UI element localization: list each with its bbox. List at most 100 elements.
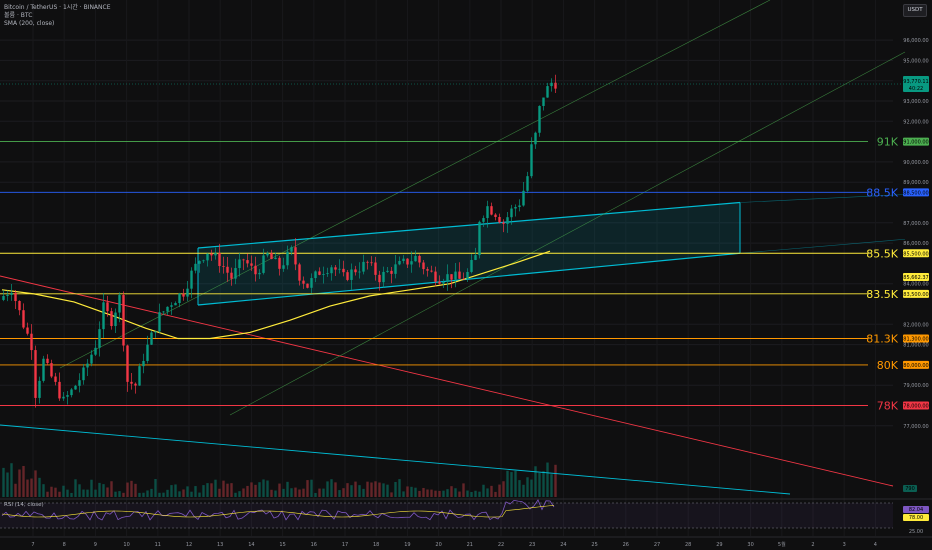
- candle-body: [334, 267, 337, 270]
- volume-bar: [378, 482, 381, 497]
- volume-bar: [50, 486, 53, 497]
- volume-bar: [314, 492, 317, 497]
- candle-body: [534, 132, 537, 145]
- volume-bar: [522, 484, 525, 497]
- volume-bar: [70, 492, 73, 497]
- candle-body: [362, 261, 365, 272]
- candle-body: [6, 294, 9, 296]
- price-tick: 92,000.00: [903, 119, 928, 125]
- time-tick: 16: [311, 542, 317, 548]
- volume-value-text: 790: [905, 486, 915, 492]
- candle-body: [386, 270, 389, 272]
- time-tick: 7: [31, 542, 34, 548]
- candle-body: [258, 272, 261, 275]
- rsi-legend[interactable]: RSI (14, close): [4, 502, 44, 508]
- candle-body: [346, 272, 349, 280]
- symbol-title[interactable]: Bitcoin / TetherUS · 1시간 · BINANCE: [4, 4, 111, 12]
- volume-bar: [542, 471, 545, 497]
- candle-body: [314, 271, 317, 279]
- candle-body: [58, 381, 61, 399]
- price-chart[interactable]: 91K 91,000.00 88.5K 88,500.00 85.5K 85,500.00…: [0, 0, 932, 550]
- price-tick: 93,000.00: [903, 99, 928, 105]
- candle-body: [298, 264, 301, 281]
- volume-bar: [334, 482, 337, 497]
- candle-body: [110, 311, 113, 327]
- candle-body: [190, 270, 193, 289]
- candle-body: [18, 301, 21, 311]
- candle-body: [242, 259, 245, 261]
- candle-body: [38, 380, 41, 398]
- volume-bar: [262, 479, 265, 497]
- candle-body: [442, 281, 445, 284]
- candle-body: [70, 389, 73, 396]
- candle-body: [310, 278, 313, 288]
- volume-bar: [466, 490, 469, 497]
- candle-body: [114, 312, 117, 327]
- candle-body: [218, 253, 221, 266]
- volume-bar: [242, 488, 245, 497]
- candle-body: [266, 253, 269, 256]
- candle-body: [118, 295, 121, 313]
- candle-body: [338, 268, 341, 270]
- candle-body: [90, 354, 93, 364]
- candle-body: [94, 347, 97, 355]
- volume-bar: [550, 474, 553, 497]
- volume-bar: [518, 480, 521, 497]
- volume-bar: [386, 484, 389, 497]
- candle-body: [102, 302, 105, 330]
- candle-body: [50, 363, 53, 377]
- candle-body: [458, 271, 461, 279]
- volume-bar: [434, 490, 437, 497]
- volume-bar: [326, 481, 329, 497]
- volume-bar: [46, 491, 49, 497]
- volume-bar: [382, 483, 385, 497]
- price-tick: 84,000.00: [903, 282, 928, 288]
- time-tick: 27: [654, 542, 660, 548]
- candle-body: [74, 385, 77, 390]
- time-tick: 10: [123, 542, 129, 548]
- candle-body: [150, 332, 153, 345]
- volume-bar: [102, 484, 105, 497]
- time-tick: 26: [623, 542, 629, 548]
- candle-body: [398, 260, 401, 265]
- volume-bar: [358, 485, 361, 497]
- candle-body: [490, 206, 493, 215]
- candle-body: [2, 295, 5, 300]
- volume-bar: [294, 487, 297, 497]
- volume-bar: [54, 487, 57, 497]
- candle-body: [22, 310, 25, 328]
- volume-bar: [370, 482, 373, 497]
- sma-legend[interactable]: SMA (200, close): [4, 20, 111, 28]
- volume-bar: [266, 480, 269, 497]
- volume-bar: [422, 487, 425, 497]
- rsi-value-text: 82.04: [909, 507, 923, 513]
- candle-body: [130, 381, 133, 384]
- volume-bar: [482, 484, 485, 497]
- candle-body: [522, 190, 525, 206]
- candle-body: [354, 269, 357, 273]
- candle-body: [410, 261, 413, 265]
- volume-bar: [66, 489, 69, 497]
- time-tick: 17: [342, 542, 348, 548]
- volume-bar: [98, 482, 101, 497]
- ascending-channel[interactable]: [197, 194, 906, 306]
- candle-body: [66, 395, 69, 397]
- time-tick: 14: [248, 542, 254, 548]
- volume-bar: [446, 489, 449, 497]
- volume-legend[interactable]: 볼륨 · BTC: [4, 12, 111, 20]
- volume-bar: [250, 482, 253, 497]
- time-axis[interactable]: 7 8 9 10 11 12 13 14 15 16 17 18 19 20 21 22 23 24 25 26 27 2…: [0, 536, 932, 548]
- volume-bars: [2, 462, 557, 497]
- volume-bar: [486, 488, 489, 497]
- currency-button[interactable]: USDT: [903, 4, 927, 17]
- volume-bar: [158, 492, 161, 497]
- time-tick: 20: [435, 542, 441, 548]
- volume-bar: [302, 488, 305, 497]
- volume-bar: [282, 488, 285, 497]
- volume-bar: [526, 477, 529, 497]
- volume-bar: [198, 492, 201, 497]
- volume-bar: [42, 484, 45, 497]
- candle-body: [62, 396, 65, 399]
- countdown-value: 40:22: [909, 86, 923, 92]
- volume-bar: [406, 486, 409, 497]
